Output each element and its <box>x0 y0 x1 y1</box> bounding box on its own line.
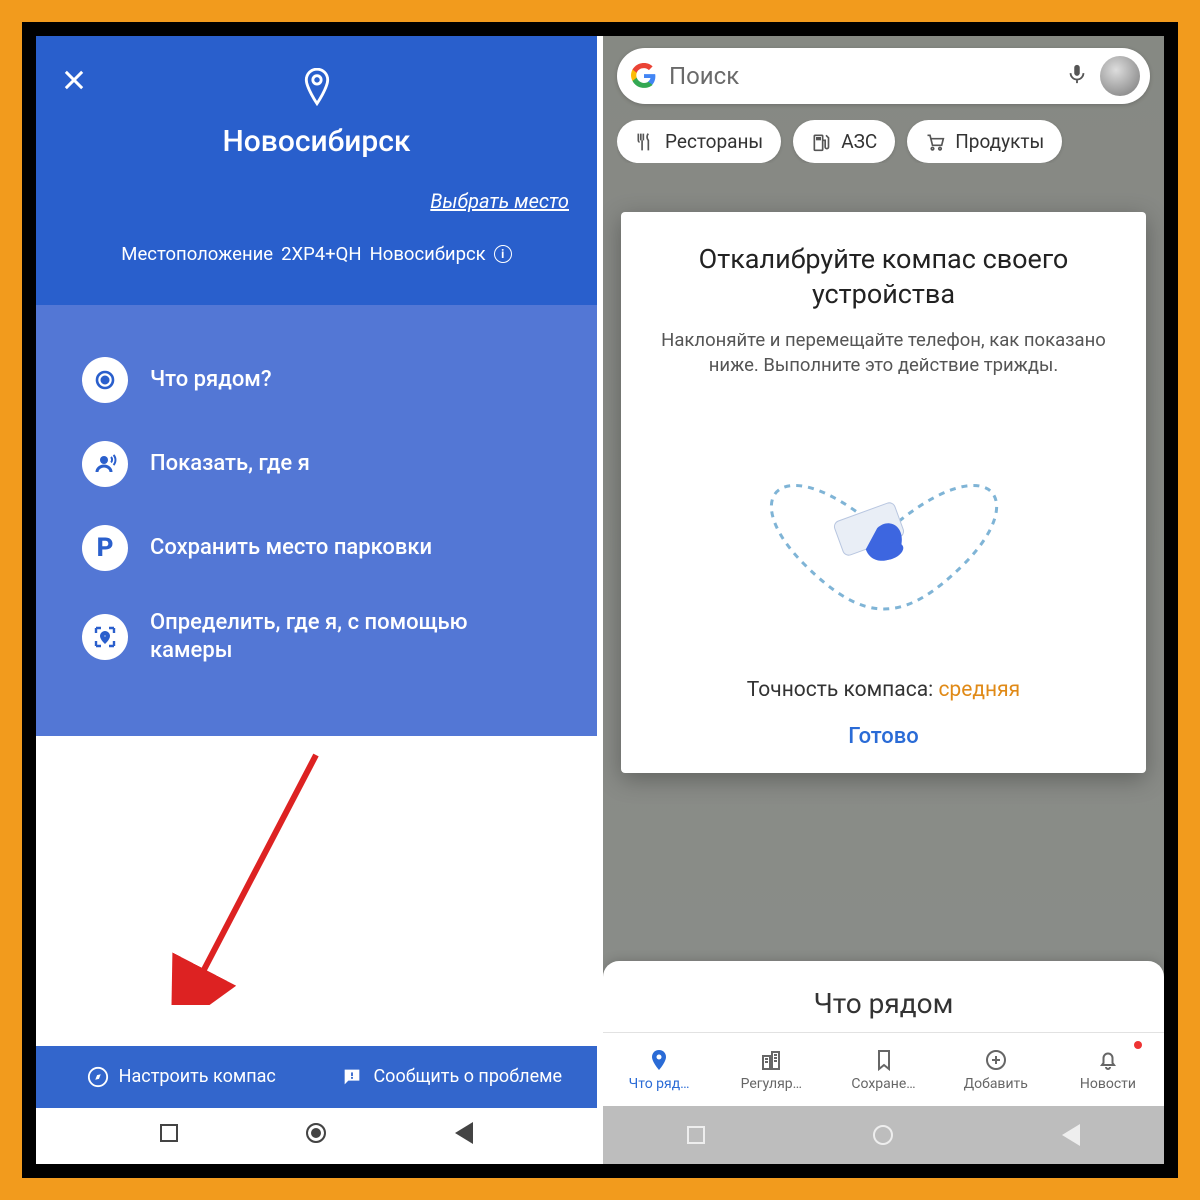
figure-eight-illustration <box>724 434 1044 634</box>
action-label: Определить, где я, с помощью камеры <box>150 609 551 664</box>
nav-contribute[interactable]: Добавить <box>940 1033 1052 1106</box>
nav-label: Регуляр… <box>741 1076 802 1092</box>
action-nearby[interactable]: Что рядом? <box>58 345 575 415</box>
home-key[interactable] <box>873 1125 893 1145</box>
nav-saved[interactable]: Сохране… <box>827 1033 939 1106</box>
info-icon[interactable]: i <box>494 245 512 263</box>
location-city: Новосибирск <box>370 243 486 265</box>
calibrate-compass-button[interactable]: Настроить компас <box>46 1066 317 1088</box>
google-logo-icon <box>631 63 657 89</box>
action-label: Сохранить место парковки <box>150 534 432 562</box>
recents-key[interactable] <box>160 1124 178 1142</box>
live-view-icon <box>82 614 128 660</box>
tutorial-arrow <box>166 745 326 1005</box>
action-label: Показать, где я <box>150 450 310 478</box>
calibrate-label: Настроить компас <box>119 1066 276 1088</box>
android-nav-bar <box>603 1106 1164 1164</box>
choose-place-link[interactable]: Выбрать место <box>58 189 575 213</box>
action-share-location[interactable]: Показать, где я <box>58 429 575 499</box>
chip-label: АЗС <box>841 130 877 153</box>
search-placeholder: Поиск <box>669 62 1054 90</box>
accuracy-label: Точность компаса: <box>747 678 933 702</box>
nav-label: Новости <box>1080 1076 1136 1092</box>
action-save-parking[interactable]: P Сохранить место парковки <box>58 513 575 583</box>
pin-icon <box>647 1048 671 1072</box>
city-title: Новосибирск <box>58 124 575 159</box>
left-screenshot: Новосибирск Выбрать место Местоположение… <box>36 36 597 1164</box>
actions-panel: Что рядом? Показать, где я P Сохранить м… <box>36 305 597 736</box>
nav-commute[interactable]: Регуляр… <box>715 1033 827 1106</box>
parking-icon: P <box>82 525 128 571</box>
dialog-title: Откалибруйте компас своего устройства <box>643 242 1124 312</box>
chip-label: Рестораны <box>665 130 763 153</box>
chip-label: Продукты <box>955 130 1044 153</box>
fork-knife-icon <box>635 132 655 152</box>
chip-gas[interactable]: АЗС <box>793 120 895 163</box>
right-screenshot: Поиск Рестораны АЗС Продукты Откалибруйт… <box>603 36 1164 1164</box>
microphone-icon[interactable] <box>1066 61 1088 91</box>
bell-icon <box>1096 1048 1120 1072</box>
nav-label: Что ряд… <box>629 1076 690 1092</box>
nav-label: Добавить <box>964 1076 1028 1092</box>
nav-updates[interactable]: Новости <box>1052 1033 1164 1106</box>
notification-dot <box>1134 1041 1142 1049</box>
search-bar[interactable]: Поиск <box>617 48 1150 104</box>
android-nav-bar <box>36 1108 597 1164</box>
avatar[interactable] <box>1100 56 1140 96</box>
accuracy-line: Точность компаса: средняя <box>643 678 1124 702</box>
compass-icon <box>87 1066 109 1088</box>
bookmark-icon <box>872 1048 896 1072</box>
chip-groceries[interactable]: Продукты <box>907 120 1062 163</box>
report-label: Сообщить о проблеме <box>373 1066 562 1088</box>
nav-explore[interactable]: Что ряд… <box>603 1033 715 1106</box>
action-label: Что рядом? <box>150 366 272 394</box>
bottom-sheet: Настроить компас Сообщить о проблеме <box>36 1046 597 1164</box>
dialog-body: Наклоняйте и перемещайте телефон, как по… <box>643 328 1124 378</box>
feedback-icon <box>341 1066 363 1088</box>
category-chips: Рестораны АЗС Продукты <box>617 120 1164 163</box>
bottom-nav: Что ряд… Регуляр… Сохране… Добавить Ново… <box>603 1032 1164 1106</box>
blue-header: Новосибирск Выбрать место Местоположение… <box>36 36 597 305</box>
accuracy-value: средняя <box>938 678 1020 702</box>
nearby-sheet[interactable]: Что рядом <box>603 961 1164 1032</box>
nav-label: Сохране… <box>851 1076 915 1092</box>
calibrate-dialog: Откалибруйте компас своего устройства На… <box>621 212 1146 773</box>
close-icon[interactable] <box>60 66 88 102</box>
plus-circle-icon <box>984 1048 1008 1072</box>
report-problem-button[interactable]: Сообщить о проблеме <box>317 1066 588 1088</box>
target-icon <box>82 357 128 403</box>
buildings-icon <box>759 1048 783 1072</box>
back-key[interactable] <box>455 1122 473 1144</box>
home-key[interactable] <box>306 1123 326 1143</box>
pin-icon <box>58 68 575 110</box>
chip-restaurants[interactable]: Рестораны <box>617 120 781 163</box>
back-key[interactable] <box>1062 1124 1080 1146</box>
person-broadcast-icon <box>82 441 128 487</box>
cart-icon <box>925 132 945 152</box>
plus-code: 2XP4+QH <box>281 243 362 265</box>
gas-pump-icon <box>811 132 831 152</box>
nearby-title: Что рядом <box>814 987 954 1020</box>
done-button[interactable]: Готово <box>643 724 1124 749</box>
location-prefix: Местоположение <box>121 243 273 265</box>
recents-key[interactable] <box>687 1126 705 1144</box>
location-line: Местоположение 2XP4+QH Новосибирск i <box>58 243 575 265</box>
action-live-view[interactable]: Определить, где я, с помощью камеры <box>58 597 575 676</box>
